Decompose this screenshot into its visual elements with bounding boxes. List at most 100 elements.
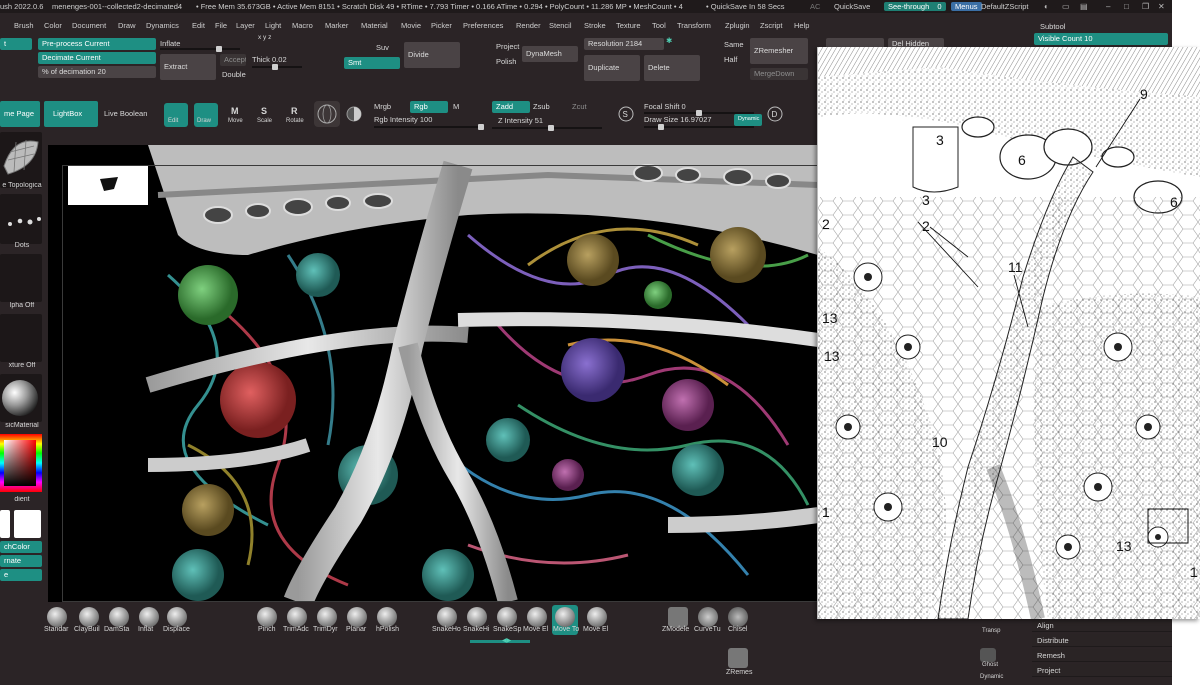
- extract-button[interactable]: Extract: [160, 54, 216, 80]
- mergedown-button[interactable]: MergeDown: [750, 68, 808, 80]
- displace-brush-icon[interactable]: [167, 607, 187, 627]
- snakehi-brush-icon[interactable]: [467, 607, 487, 627]
- menu-help[interactable]: Help: [794, 20, 809, 32]
- move-topological-brush-icon[interactable]: [555, 607, 575, 627]
- menu-material[interactable]: Material: [361, 20, 388, 32]
- delete-button[interactable]: Delete: [644, 55, 700, 81]
- thick-slider[interactable]: Thick 0.02: [252, 55, 287, 65]
- menu-color[interactable]: Color: [44, 20, 62, 32]
- m-toggle[interactable]: M: [453, 102, 459, 112]
- menu-file[interactable]: File: [215, 20, 227, 32]
- dynamic-label[interactable]: Dynamic: [980, 674, 1003, 680]
- texture-thumbnail[interactable]: [0, 314, 42, 362]
- z-intensity-slider[interactable]: Z Intensity 51: [498, 116, 543, 126]
- remesh-menu-item[interactable]: Remesh: [1032, 649, 1172, 662]
- ac-label[interactable]: AC: [810, 0, 820, 13]
- xyz-toggle[interactable]: x y z: [258, 33, 271, 43]
- smt-toggle[interactable]: Smt: [344, 57, 400, 69]
- project-menu-item[interactable]: Project: [1032, 664, 1172, 677]
- home-page-button[interactable]: me Page: [0, 101, 40, 127]
- left-stub-button[interactable]: t: [0, 38, 32, 50]
- zsub-toggle[interactable]: Zsub: [533, 102, 550, 112]
- snakesphere-brush-icon[interactable]: [497, 607, 517, 627]
- menu-preferences[interactable]: Preferences: [463, 20, 503, 32]
- menu-tool[interactable]: Tool: [652, 20, 666, 32]
- inflate-slider[interactable]: [160, 46, 240, 52]
- divide-button[interactable]: Divide: [404, 42, 460, 68]
- brush-thumbnail[interactable]: [0, 132, 42, 188]
- material-thumbnail[interactable]: [0, 374, 42, 422]
- ghost-icon[interactable]: [980, 648, 996, 662]
- layout-icon[interactable]: ▭: [1062, 0, 1070, 13]
- snakehook-brush-icon[interactable]: [437, 607, 457, 627]
- decimate-current-button[interactable]: Decimate Current: [38, 52, 156, 64]
- subtool-title[interactable]: Subtool: [1040, 22, 1065, 32]
- preprocess-current-button[interactable]: Pre-process Current: [38, 38, 156, 50]
- resolution-slider[interactable]: Resolution 2184: [584, 38, 664, 50]
- alternate-button[interactable]: rnate: [0, 555, 42, 567]
- layout2-icon[interactable]: ▤: [1080, 0, 1088, 13]
- secondary-color-swatch[interactable]: [14, 510, 41, 538]
- menu-render[interactable]: Render: [516, 20, 541, 32]
- inflat-brush-icon[interactable]: [139, 607, 159, 627]
- menu-transform[interactable]: Transform: [677, 20, 711, 32]
- zremesher-button[interactable]: ZRemesher: [750, 38, 808, 64]
- lightbox-button[interactable]: LightBox: [44, 101, 98, 127]
- suv-toggle[interactable]: Suv: [376, 43, 389, 53]
- minimize-icon[interactable]: –: [1106, 0, 1110, 13]
- live-boolean-toggle[interactable]: Live Boolean: [104, 109, 147, 119]
- hpolish-brush-icon[interactable]: [377, 607, 397, 627]
- help-icon[interactable]: ◐: [1044, 0, 1049, 13]
- scale-mode-icon[interactable]: S: [261, 106, 267, 116]
- rgb-toggle[interactable]: Rgb: [410, 101, 448, 113]
- left-last-button[interactable]: e: [0, 569, 42, 581]
- move-elastic2-brush-icon[interactable]: [587, 607, 607, 627]
- switch-color-button[interactable]: chColor: [0, 541, 42, 553]
- menu-light[interactable]: Light: [265, 20, 281, 32]
- damstandard-brush-icon[interactable]: [109, 607, 129, 627]
- thick-slider-track[interactable]: [252, 64, 302, 70]
- menu-edit[interactable]: Edit: [192, 20, 205, 32]
- duplicate-button[interactable]: Duplicate: [584, 55, 640, 81]
- menu-layer[interactable]: Layer: [236, 20, 255, 32]
- menu-picker[interactable]: Picker: [431, 20, 452, 32]
- half-toggle[interactable]: Half: [724, 55, 737, 65]
- dynamesh-button[interactable]: DynaMesh: [522, 46, 578, 62]
- double-toggle[interactable]: Double: [222, 70, 246, 80]
- curvetube-brush-icon[interactable]: [698, 607, 718, 627]
- align-menu-item[interactable]: Align: [1032, 619, 1172, 632]
- quicksave-button[interactable]: QuickSave: [834, 0, 870, 13]
- z-intensity-track[interactable]: [492, 125, 602, 131]
- draw-size-slider[interactable]: Draw Size 16.97027: [644, 115, 712, 125]
- polish-toggle[interactable]: Polish: [496, 57, 516, 67]
- menu-movie[interactable]: Movie: [401, 20, 421, 32]
- menu-zplugin[interactable]: Zplugin: [725, 20, 750, 32]
- menu-draw[interactable]: Draw: [118, 20, 136, 32]
- same-toggle[interactable]: Same: [724, 40, 744, 50]
- close-icon[interactable]: ✕: [1158, 0, 1165, 13]
- mrgb-toggle[interactable]: Mrgb: [374, 102, 391, 112]
- move-mode-icon[interactable]: M: [231, 106, 239, 116]
- poly-frame-button[interactable]: [314, 101, 340, 127]
- alpha-thumbnail[interactable]: [0, 254, 42, 302]
- menu-macro[interactable]: Macro: [292, 20, 313, 32]
- visible-count-slider[interactable]: Visible Count 10: [1034, 33, 1168, 45]
- menu-stroke[interactable]: Stroke: [584, 20, 606, 32]
- chisel-brush-icon[interactable]: [728, 607, 748, 627]
- zadd-toggle[interactable]: Zadd: [492, 101, 530, 113]
- trimadaptive-brush-icon[interactable]: [287, 607, 307, 627]
- rotate-mode-icon[interactable]: R: [291, 106, 298, 116]
- menus-toggle[interactable]: Menus: [951, 2, 982, 11]
- menu-stencil[interactable]: Stencil: [549, 20, 572, 32]
- move-elastic-brush-icon[interactable]: [527, 607, 547, 627]
- color-picker[interactable]: [0, 434, 42, 492]
- see-through-slider[interactable]: See-through 0: [884, 2, 946, 11]
- scroll-arrows-icon[interactable]: ◀▶: [502, 637, 511, 644]
- main-color-swatch[interactable]: [0, 510, 10, 538]
- brush-scroll-bar[interactable]: [470, 640, 530, 643]
- zremesher-tray-icon[interactable]: [728, 648, 748, 668]
- menu-texture[interactable]: Texture: [616, 20, 641, 32]
- menu-dynamics[interactable]: Dynamics: [146, 20, 179, 32]
- planar-brush-icon[interactable]: [347, 607, 367, 627]
- transp-label[interactable]: Transp: [982, 628, 1000, 634]
